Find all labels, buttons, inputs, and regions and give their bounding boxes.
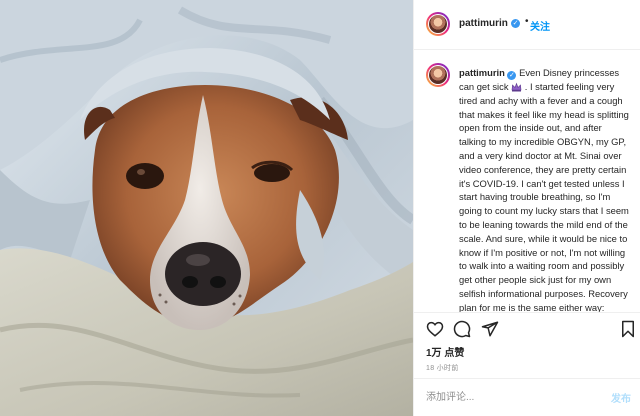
post-comment-button[interactable]: 发布: [611, 390, 631, 405]
paper-plane-icon[interactable]: [481, 320, 499, 338]
instagram-post-view: pattimurin ✓ • 关注 pattimurin ✓ Even Disn…: [0, 0, 640, 416]
post-caption: pattimurin ✓ Even Disney princesses can …: [414, 50, 640, 312]
follow-button[interactable]: 关注: [530, 18, 550, 33]
caption-avatar[interactable]: [426, 63, 450, 87]
comment-bar: 发布: [414, 378, 640, 416]
bookmark-icon[interactable]: [619, 320, 637, 338]
post-actions: [414, 313, 640, 345]
separator-dot: •: [525, 16, 529, 27]
dog-under-blanket-image: [0, 0, 413, 416]
caption-verified-icon: ✓: [507, 71, 517, 80]
post-side-panel: pattimurin ✓ • 关注 pattimurin ✓ Even Disn…: [413, 0, 640, 416]
like-count[interactable]: 1万 点赞: [426, 344, 464, 359]
heart-icon[interactable]: [426, 320, 444, 338]
post-timestamp[interactable]: 18 小时前: [426, 363, 459, 373]
header-username[interactable]: pattimurin: [459, 18, 508, 29]
caption-body-continued: I started feeling very tired and achy wi…: [459, 81, 629, 312]
comment-icon[interactable]: [453, 320, 471, 338]
caption-text: pattimurin ✓ Even Disney princesses can …: [459, 66, 631, 312]
post-photo: [0, 0, 413, 416]
caption-username[interactable]: pattimurin: [459, 67, 505, 78]
avatar[interactable]: [426, 12, 450, 36]
verified-badge-icon: ✓: [511, 19, 520, 28]
post-header: pattimurin ✓ • 关注: [414, 0, 640, 50]
crown-emoji: [511, 82, 522, 92]
comment-input[interactable]: [426, 389, 586, 405]
